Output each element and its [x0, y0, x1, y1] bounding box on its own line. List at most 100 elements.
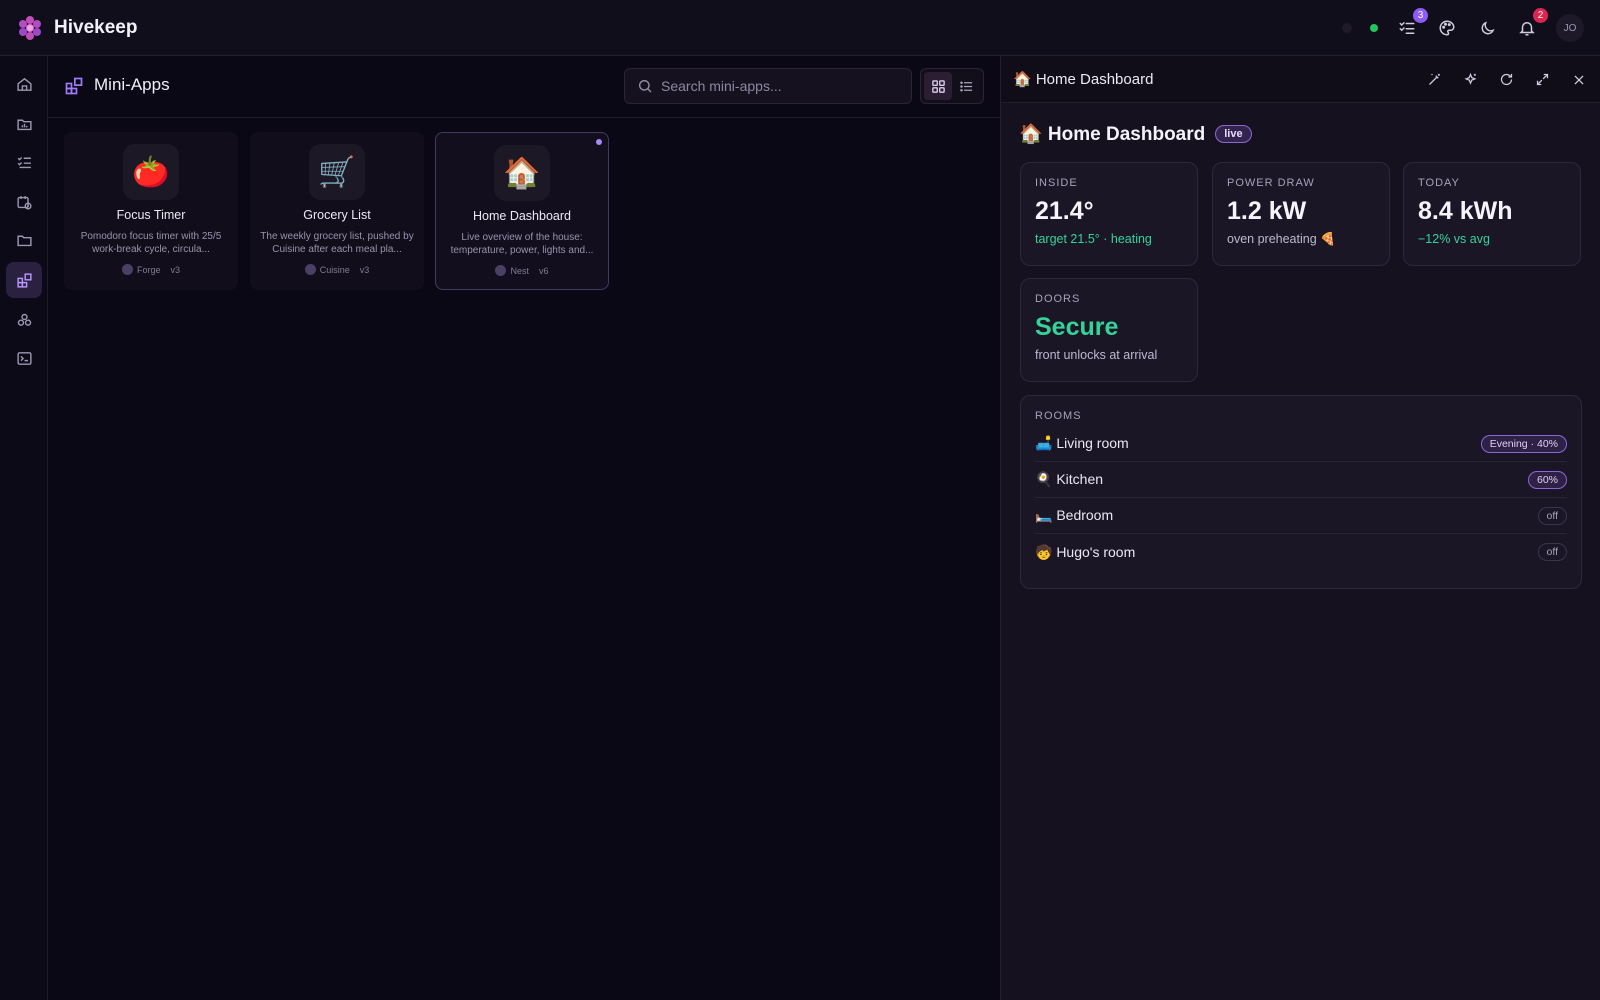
sidebar-item-agents[interactable]	[6, 302, 42, 338]
main-header: Mini-Apps	[48, 56, 1000, 118]
stat-label: POWER DRAW	[1227, 177, 1315, 189]
selected-indicator	[596, 139, 602, 145]
list-check-icon	[17, 156, 31, 168]
card-description: Pomodoro focus timer with 25/5 work-brea…	[80, 231, 222, 255]
sidebar-item-tasks[interactable]	[6, 144, 42, 180]
list-view-button[interactable]	[952, 72, 980, 100]
expand-icon	[1536, 73, 1549, 86]
edit-magic-button[interactable]	[1424, 69, 1445, 90]
ai-sparkle-button[interactable]	[1460, 69, 1481, 90]
connection-status-dim-icon	[1342, 23, 1352, 33]
room-status-pill[interactable]: off	[1537, 506, 1567, 525]
mini-apps-icon	[65, 77, 83, 95]
panel-title: 🏠 Home Dashboard	[1013, 71, 1154, 88]
card-title: Home Dashboard	[473, 209, 571, 223]
mini-app-card-grocery-list[interactable]: 🛒 Grocery List The weekly grocery list, …	[250, 132, 424, 290]
room-row-hugos-room[interactable]: 🧒 Hugo's room off	[1035, 534, 1567, 570]
refresh-icon	[1500, 73, 1513, 86]
card-meta: Forge v3	[64, 264, 238, 275]
grid-icon	[931, 79, 945, 93]
stat-subtext: front unlocks at arrival	[1035, 348, 1158, 362]
card-author: Nest	[510, 265, 529, 276]
card-version: v6	[539, 265, 549, 276]
brand[interactable]: Hivekeep	[16, 14, 137, 42]
panel-header: 🏠 Home Dashboard	[1001, 56, 1600, 103]
page-title: Mini-Apps	[94, 75, 170, 94]
sparkles-icon	[1464, 72, 1477, 85]
moon-icon	[1481, 20, 1495, 34]
card-author: Forge	[136, 264, 161, 275]
card-meta: Nest v6	[436, 265, 608, 276]
stat-subtext: target 21.5° · heating	[1035, 232, 1152, 246]
rooms-label: ROOMS	[1035, 410, 1082, 422]
apps-icon	[16, 272, 32, 288]
dark-mode-button[interactable]	[1476, 17, 1498, 39]
card-meta: Cuisine v3	[250, 264, 424, 275]
mini-app-card-focus-timer[interactable]: 🍅 Focus Timer Pomodoro focus timer with …	[64, 132, 238, 290]
notifications-badge: 2	[1533, 8, 1548, 23]
folder-icon	[16, 235, 32, 246]
user-avatar[interactable]: JO	[1556, 14, 1584, 42]
room-row-living-room[interactable]: 🛋️ Living room Evening · 40%	[1035, 426, 1567, 462]
card-title: Focus Timer	[116, 208, 186, 222]
stat-subtext: −12% vs avg	[1418, 232, 1490, 246]
shopping-cart-icon: 🛒	[309, 144, 365, 200]
room-status-pill[interactable]: 60%	[1527, 470, 1567, 489]
sidebar-item-mini-apps[interactable]	[6, 262, 42, 298]
author-avatar	[495, 265, 507, 276]
mini-app-card-home-dashboard[interactable]: 🏠 Home Dashboard Live overview of the ho…	[435, 132, 609, 290]
room-row-bedroom[interactable]: 🛏️ Bedroom off	[1035, 498, 1567, 534]
search-icon	[637, 78, 653, 94]
card-description: The weekly grocery list, pushed by Cuisi…	[260, 231, 414, 255]
home-icon	[16, 77, 32, 91]
sidebar-item-analytics[interactable]	[6, 106, 42, 142]
close-button[interactable]	[1568, 69, 1589, 90]
search-box	[624, 68, 912, 104]
search-input[interactable]	[661, 78, 891, 94]
room-name: 🛏️ Bedroom	[1035, 507, 1114, 523]
expand-button[interactable]	[1532, 69, 1553, 90]
stat-card-today: TODAY 8.4 kWh −12% vs avg	[1403, 162, 1581, 266]
top-bar: Hivekeep 3 2 JO	[0, 0, 1600, 56]
dashboard-title: 🏠 Home Dashboard live	[1019, 122, 1252, 146]
terminal-icon	[16, 351, 32, 365]
card-version: v3	[170, 264, 181, 275]
online-status-icon	[1370, 24, 1378, 32]
stat-subtext: oven preheating 🍕	[1227, 232, 1336, 246]
folder-chart-icon	[16, 119, 32, 130]
grid-view-button[interactable]	[924, 72, 952, 100]
close-icon	[1573, 74, 1584, 85]
theme-palette-button[interactable]	[1436, 17, 1458, 39]
house-icon: 🏠	[494, 145, 550, 201]
main-content: Mini-Apps 🍅 Focus Timer Pomodoro focus t…	[48, 56, 1000, 1000]
sidebar-item-home[interactable]	[6, 66, 42, 102]
card-description: Live overview of the house: temperature,…	[450, 232, 594, 256]
stat-value: 21.4°	[1035, 197, 1094, 225]
room-name: 🛋️ Living room	[1035, 435, 1129, 451]
list-icon	[959, 81, 972, 91]
view-toggle	[920, 68, 984, 104]
tasks-button[interactable]: 3	[1396, 8, 1428, 39]
sidebar-item-schedule[interactable]	[6, 184, 42, 220]
palette-icon	[1439, 20, 1455, 36]
author-avatar	[304, 264, 316, 275]
stat-label: INSIDE	[1035, 177, 1078, 189]
tomato-icon: 🍅	[123, 144, 179, 200]
hive-cluster-icon	[17, 313, 31, 326]
stat-label: DOORS	[1035, 293, 1081, 305]
notifications-button[interactable]: 2	[1516, 8, 1548, 39]
bell-icon	[1519, 22, 1535, 36]
sidebar-item-terminal[interactable]	[6, 340, 42, 376]
rooms-card: ROOMS 🛋️ Living room Evening · 40% 🍳 Kit…	[1020, 395, 1582, 589]
refresh-button[interactable]	[1496, 69, 1517, 90]
card-title: Grocery List	[303, 208, 371, 222]
hive-logo-icon	[19, 15, 41, 40]
detail-panel: 🏠 Home Dashboard 🏠 Home Dashboard live I…	[1000, 56, 1600, 1000]
room-status-pill[interactable]: off	[1537, 543, 1567, 561]
author-avatar	[121, 264, 133, 275]
app-name: Hivekeep	[54, 16, 138, 38]
room-status-pill[interactable]: Evening · 40%	[1480, 434, 1567, 453]
sidebar-item-files[interactable]	[6, 222, 42, 258]
stat-card-power-draw: POWER DRAW 1.2 kW oven preheating 🍕	[1212, 162, 1390, 266]
room-row-kitchen[interactable]: 🍳 Kitchen 60%	[1035, 462, 1567, 498]
